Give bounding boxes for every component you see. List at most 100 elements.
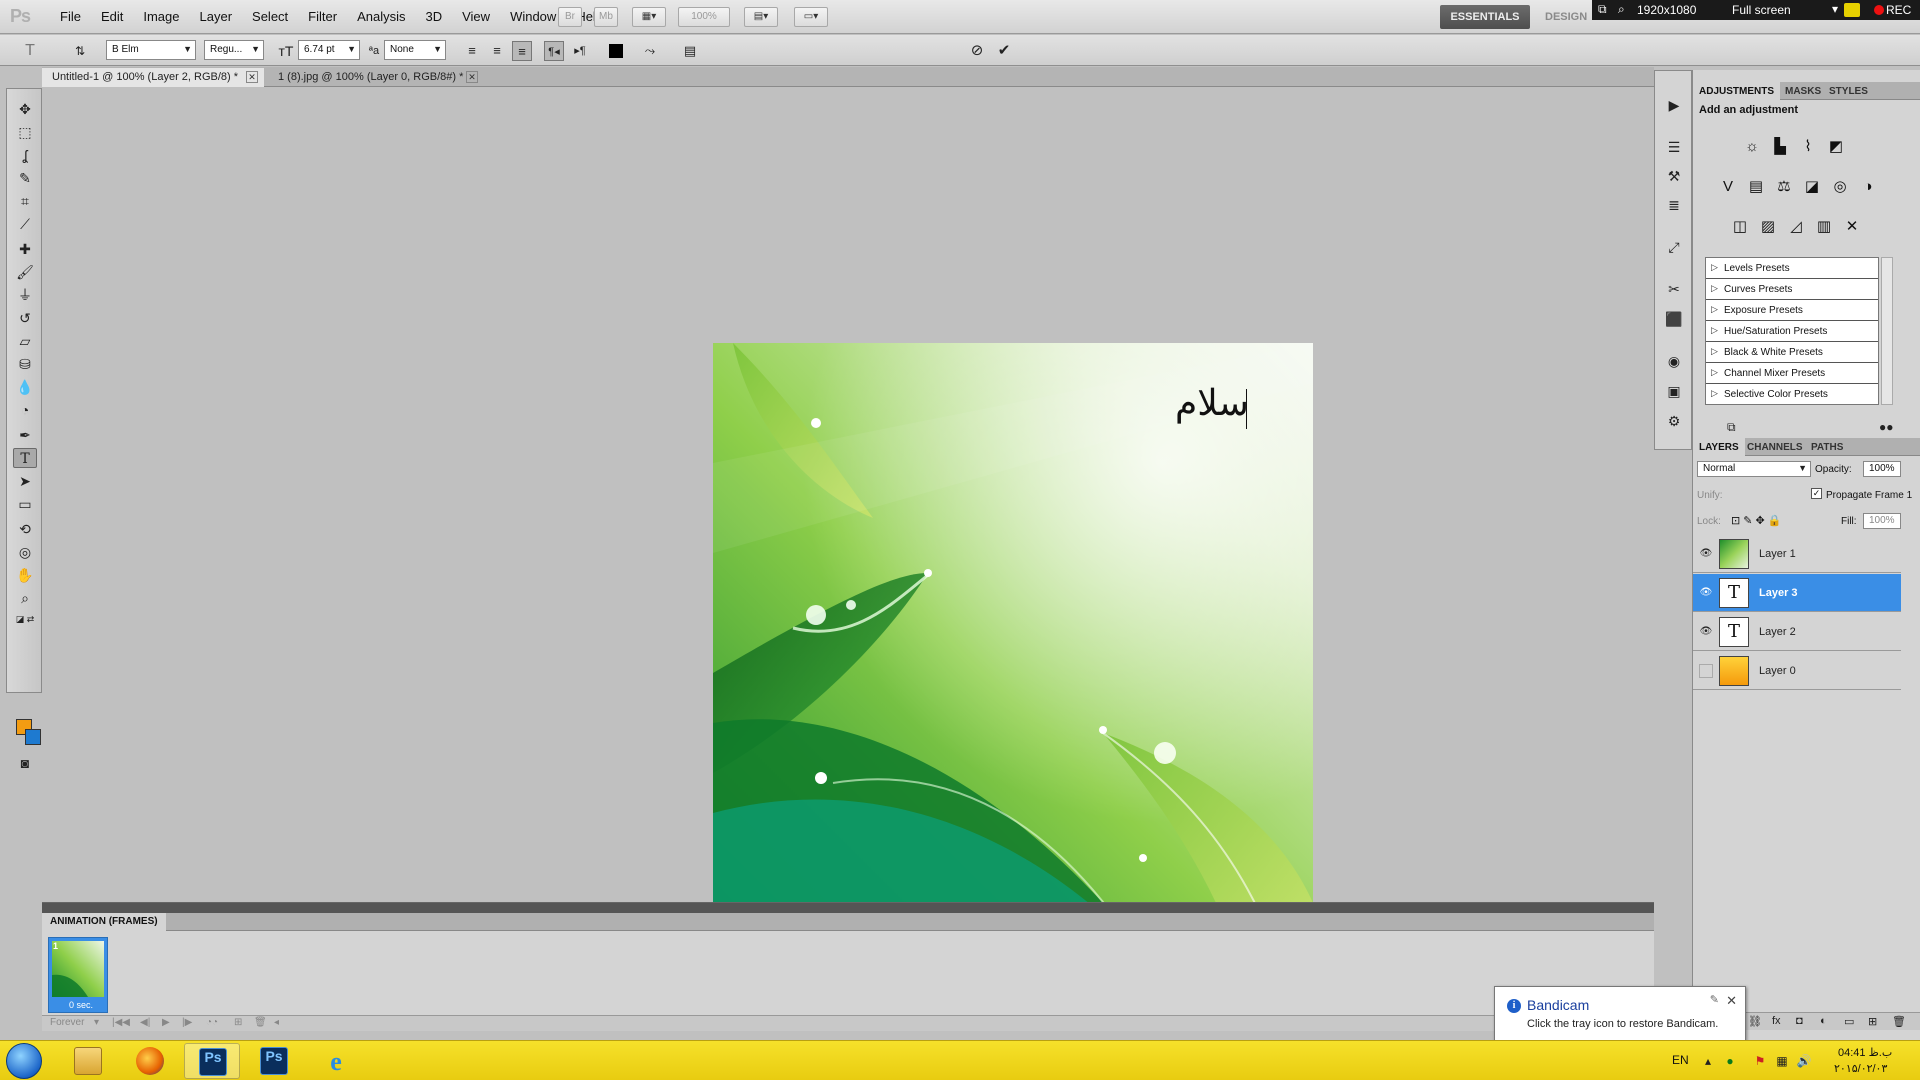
expand-triangle-icon[interactable]: ▷	[1711, 304, 1718, 315]
opacity-input[interactable]: 100%	[1863, 461, 1901, 477]
view-extras-button[interactable]: ▦▾	[632, 7, 666, 27]
tools-icon[interactable]: ✂	[1663, 279, 1685, 299]
camera-icon[interactable]	[1844, 3, 1860, 17]
presets-scrollbar[interactable]	[1881, 257, 1893, 405]
curves-icon[interactable]: ⌇	[1797, 136, 1819, 158]
taskbar-internet-explorer[interactable]: e	[308, 1043, 364, 1079]
align-right-icon[interactable]: ≡	[512, 41, 532, 61]
clone-source-icon[interactable]: ⚙	[1663, 411, 1685, 431]
animation-frame[interactable]: 1 0 sec.	[48, 937, 108, 1013]
clock-time[interactable]: 04:41 ب.ظ	[1838, 1046, 1892, 1059]
font-family-select[interactable]: B Elm ▼	[106, 40, 196, 60]
workspace-essentials-button[interactable]: ESSENTIALS	[1440, 5, 1530, 29]
expand-triangle-icon[interactable]: ▷	[1711, 388, 1718, 399]
expand-triangle-icon[interactable]: ▷	[1711, 262, 1718, 273]
transform-icon[interactable]: ⤢	[1663, 237, 1685, 257]
loop-select[interactable]: Forever	[50, 1017, 84, 1028]
next-frame-icon[interactable]: |▶	[182, 1017, 192, 1028]
3d-icon[interactable]: ⬛	[1663, 309, 1685, 329]
zoom-level[interactable]: 100%	[678, 7, 730, 27]
levels-icon[interactable]: ▙	[1769, 136, 1791, 158]
menu-filter[interactable]: Filter	[298, 9, 347, 24]
tab-paths[interactable]: PATHS	[1805, 438, 1849, 456]
eye-icon[interactable]: 👁	[1699, 586, 1713, 600]
brightness-contrast-icon[interactable]: ☼	[1741, 136, 1763, 158]
tab-layers[interactable]: LAYERS	[1693, 438, 1745, 456]
document-canvas[interactable]: سلام	[713, 343, 1313, 943]
menu-image[interactable]: Image	[133, 9, 189, 24]
preset-channel-mixer[interactable]: ▷ Channel Mixer Presets	[1706, 363, 1878, 384]
close-icon[interactable]: ✕	[1726, 993, 1737, 1009]
mini-bridge-button[interactable]: Mb	[594, 7, 618, 27]
mask-icon[interactable]: ◘	[1796, 1015, 1803, 1027]
new-layer-icon[interactable]: ⊞	[1868, 1015, 1877, 1028]
propagate-checkbox[interactable]: ✓	[1811, 488, 1822, 499]
type-tool-icon[interactable]: T	[13, 448, 37, 468]
move-tool-icon[interactable]: ✥	[13, 99, 37, 119]
align-center-icon[interactable]: ≡	[487, 41, 507, 61]
tab-animation-frames[interactable]: ANIMATION (FRAMES)	[42, 913, 166, 931]
target-icon[interactable]: ◉	[1663, 351, 1685, 371]
tab-1-8-jpg[interactable]: 1 (8).jpg @ 100% (Layer 0, RGB/8#) * ✕	[268, 68, 484, 87]
capture-mode[interactable]: Full screen	[1732, 3, 1791, 17]
pen-tool-icon[interactable]: ✒	[13, 425, 37, 445]
path-selection-tool-icon[interactable]: ➤	[13, 471, 37, 491]
layer-row-layer-1[interactable]: 👁 Layer 1	[1693, 535, 1901, 573]
menu-analysis[interactable]: Analysis	[347, 9, 415, 24]
layer-row-layer-3[interactable]: 👁 T Layer 3	[1693, 574, 1901, 612]
expand-triangle-icon[interactable]: ▷	[1711, 325, 1718, 336]
vibrance-icon[interactable]: V	[1717, 176, 1739, 198]
font-style-select[interactable]: Regu... ▼	[204, 40, 264, 60]
zoom-tool-icon[interactable]: ⌕	[13, 588, 37, 608]
dodge-tool-icon[interactable]: ◔	[13, 400, 37, 420]
volume-icon[interactable]: 🔊	[1796, 1053, 1812, 1069]
preset-hue-saturation[interactable]: ▷ Hue/Saturation Presets	[1706, 321, 1878, 342]
scroll-left-icon[interactable]: ◂	[274, 1017, 279, 1028]
bandicam-tray-icon[interactable]: ●	[1722, 1053, 1738, 1069]
photo-filter-icon[interactable]: ◎	[1829, 176, 1851, 198]
return-to-list-icon[interactable]: ●●	[1879, 420, 1894, 434]
tab-channels[interactable]: CHANNELS	[1741, 438, 1809, 456]
layer-style-icon[interactable]: fx	[1772, 1015, 1781, 1027]
gradient-map-icon[interactable]: ▥	[1813, 216, 1835, 238]
crop-tool-icon[interactable]: ⌗	[13, 191, 37, 211]
record-button[interactable]: REC	[1886, 3, 1911, 17]
close-icon[interactable]: ✕	[246, 71, 258, 83]
hand-tool-icon[interactable]: ✋	[13, 565, 37, 585]
brush-tool-icon[interactable]: 🖌	[13, 262, 37, 282]
selective-color-icon[interactable]: ✕	[1841, 216, 1863, 238]
play-icon[interactable]: ▶	[162, 1017, 170, 1028]
link-layers-icon[interactable]: ⛓	[1748, 1015, 1762, 1028]
language-indicator[interactable]: EN	[1672, 1053, 1689, 1067]
ltr-direction-icon[interactable]: ▸¶	[570, 41, 590, 61]
preset-levels[interactable]: ▷ Levels Presets	[1706, 258, 1878, 279]
tab-styles[interactable]: STYLES	[1823, 82, 1874, 100]
character-panel-icon[interactable]: ▤	[680, 41, 700, 61]
quick-selection-tool-icon[interactable]: ✎	[13, 168, 37, 188]
background-color-swatch[interactable]	[25, 729, 41, 745]
layer-row-layer-2[interactable]: 👁 T Layer 2	[1693, 613, 1901, 651]
tab-masks[interactable]: MASKS	[1779, 82, 1827, 100]
menu-edit[interactable]: Edit	[91, 9, 133, 24]
brush-icon[interactable]: ⚒	[1663, 166, 1685, 186]
eye-icon[interactable]: 👁	[1699, 547, 1713, 561]
pin-icon[interactable]: ✎	[1710, 993, 1719, 1006]
arrange-documents-button[interactable]: ▤▾	[744, 7, 778, 27]
eraser-tool-icon[interactable]: ▱	[13, 331, 37, 351]
preset-curves[interactable]: ▷ Curves Presets	[1706, 279, 1878, 300]
first-frame-icon[interactable]: |◀◀	[112, 1017, 130, 1028]
duplicate-frame-icon[interactable]: ⊞	[234, 1017, 242, 1028]
menu-select[interactable]: Select	[242, 9, 298, 24]
canvas-text-layer[interactable]: سلام	[1175, 383, 1249, 424]
eyedropper-tool-icon[interactable]: ⟋	[13, 214, 37, 234]
align-left-icon[interactable]: ≡	[462, 41, 482, 61]
clone-stamp-tool-icon[interactable]: ⏚	[13, 285, 37, 305]
taskbar-photoshop[interactable]: Ps	[246, 1043, 302, 1079]
action-center-icon[interactable]: ⚑	[1752, 1053, 1768, 1069]
posterize-icon[interactable]: ▨	[1757, 216, 1779, 238]
group-icon[interactable]: ▭	[1844, 1015, 1854, 1028]
marquee-tool-icon[interactable]: ⬚	[13, 122, 37, 142]
blur-tool-icon[interactable]: 💧	[13, 377, 37, 397]
eye-icon[interactable]: 👁	[1699, 625, 1713, 639]
layer-comps-icon[interactable]: ▣	[1663, 381, 1685, 401]
